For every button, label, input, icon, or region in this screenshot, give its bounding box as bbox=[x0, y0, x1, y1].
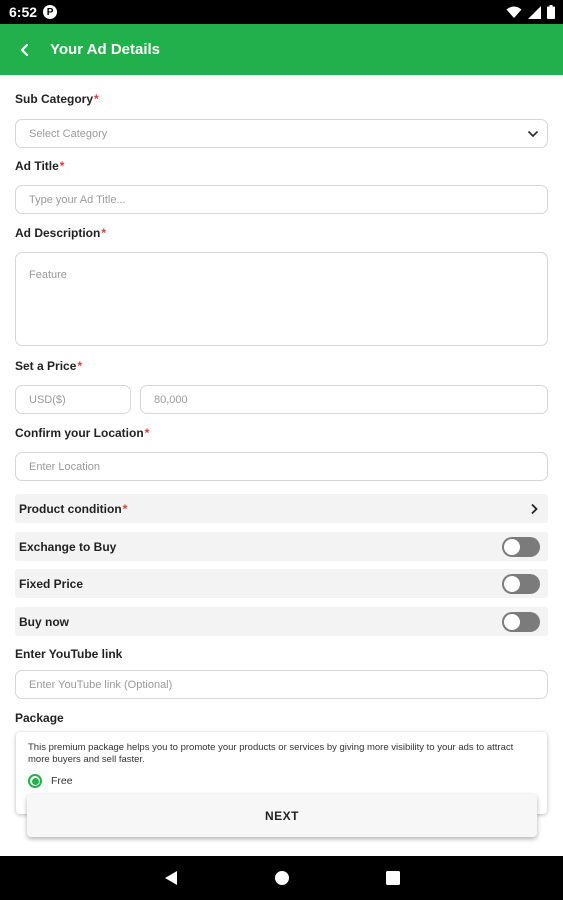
toggle-knob bbox=[504, 613, 520, 630]
toggle-knob bbox=[504, 538, 520, 555]
youtube-label: Enter YouTube link bbox=[15, 647, 122, 661]
chevron-down-icon bbox=[527, 130, 539, 137]
battery-icon bbox=[547, 5, 555, 19]
system-nav-bar bbox=[0, 856, 563, 900]
arrow-left-icon bbox=[20, 43, 29, 56]
sub-category-select[interactable]: Select Category bbox=[15, 119, 548, 148]
required-marker: * bbox=[101, 226, 107, 240]
location-input[interactable]: Enter Location bbox=[15, 452, 548, 481]
package-description: This premium package helps you to promot… bbox=[28, 742, 514, 765]
wifi-icon bbox=[506, 6, 522, 18]
sub-category-label-text: Sub Category bbox=[15, 92, 94, 106]
sub-category-label: Sub Category* bbox=[15, 92, 99, 106]
package-label: Package bbox=[15, 711, 64, 725]
youtube-placeholder: Enter YouTube link (Optional) bbox=[29, 678, 173, 691]
sub-category-placeholder: Select Category bbox=[29, 127, 108, 140]
price-placeholder: 80,000 bbox=[154, 393, 188, 406]
buy-now-row: Buy now bbox=[15, 607, 548, 636]
fixed-price-toggle[interactable] bbox=[502, 573, 540, 594]
notification-badge: P bbox=[43, 5, 58, 19]
location-label: Confirm your Location* bbox=[15, 426, 149, 440]
ad-description-label: Ad Description* bbox=[15, 226, 106, 240]
currency-select[interactable]: USD($) bbox=[15, 385, 131, 414]
required-marker: * bbox=[94, 92, 99, 106]
ad-title-input[interactable]: Type your Ad Title... bbox=[15, 185, 548, 214]
status-bar: 6:52 P bbox=[0, 0, 563, 24]
next-button[interactable]: NEXT bbox=[27, 794, 537, 837]
location-label-text: Confirm your Location bbox=[15, 426, 144, 440]
required-marker: * bbox=[144, 426, 150, 440]
buy-now-label: Buy now bbox=[19, 614, 69, 629]
toggle-knob bbox=[504, 575, 520, 592]
required-marker: * bbox=[122, 501, 128, 516]
required-marker: * bbox=[59, 159, 65, 173]
product-condition-row[interactable]: Product condition * bbox=[15, 494, 548, 523]
currency-value: USD($) bbox=[29, 393, 66, 406]
price-input[interactable]: 80,000 bbox=[140, 385, 548, 414]
nav-recents-icon[interactable] bbox=[385, 871, 400, 885]
radio-button[interactable] bbox=[28, 774, 42, 788]
youtube-input[interactable]: Enter YouTube link (Optional) bbox=[15, 670, 548, 699]
ad-description-placeholder: Feature bbox=[29, 269, 67, 281]
ad-title-label: Ad Title* bbox=[15, 159, 64, 173]
ad-title-placeholder: Type your Ad Title... bbox=[29, 193, 126, 206]
signal-icon bbox=[528, 5, 541, 19]
app-bar: Your Ad Details bbox=[0, 24, 563, 75]
fixed-price-row: Fixed Price bbox=[15, 569, 548, 598]
location-placeholder: Enter Location bbox=[29, 460, 100, 473]
exchange-to-buy-label: Exchange to Buy bbox=[19, 539, 117, 554]
exchange-to-buy-toggle[interactable] bbox=[502, 536, 540, 557]
fixed-price-label: Fixed Price bbox=[19, 576, 84, 591]
required-marker: * bbox=[77, 359, 83, 373]
product-condition-label: Product condition bbox=[19, 501, 122, 516]
page-title: Your Ad Details bbox=[50, 41, 161, 58]
package-option-label: Free bbox=[51, 775, 73, 787]
price-label-text: Set a Price bbox=[15, 359, 77, 373]
buy-now-toggle[interactable] bbox=[502, 611, 540, 632]
ad-title-label-text: Ad Title bbox=[15, 159, 59, 173]
ad-description-textarea[interactable]: Feature bbox=[15, 252, 548, 346]
package-label-text: Package bbox=[15, 711, 64, 725]
exchange-to-buy-row: Exchange to Buy bbox=[15, 532, 548, 561]
status-icons bbox=[506, 5, 555, 19]
price-label: Set a Price* bbox=[15, 359, 82, 373]
radio-selected-dot bbox=[31, 777, 39, 785]
youtube-label-text: Enter YouTube link bbox=[15, 647, 123, 661]
chevron-right-icon bbox=[531, 503, 538, 514]
ad-description-label-text: Ad Description bbox=[15, 226, 101, 240]
package-option-free[interactable]: Free bbox=[28, 774, 535, 788]
status-time: 6:52 bbox=[9, 4, 38, 20]
nav-back-icon[interactable] bbox=[164, 870, 178, 886]
back-button[interactable] bbox=[0, 24, 50, 75]
nav-home-icon[interactable] bbox=[274, 870, 290, 886]
